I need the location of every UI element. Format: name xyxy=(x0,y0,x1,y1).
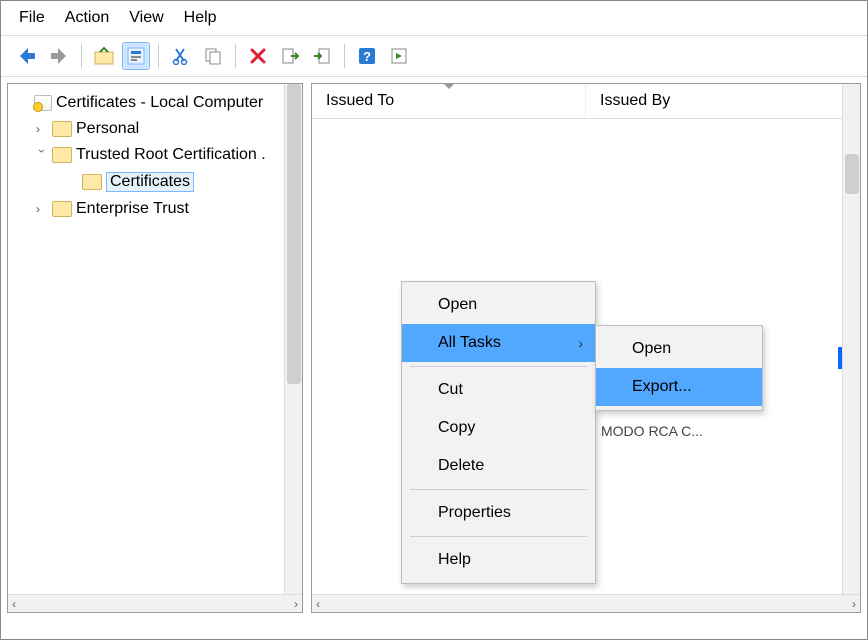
ctx-open[interactable]: Open xyxy=(402,286,595,324)
list-horizontal-scrollbar[interactable]: ‹ › xyxy=(312,594,860,612)
tree-root[interactable]: Certificates - Local Computer xyxy=(12,90,298,116)
properties-icon[interactable] xyxy=(122,42,150,70)
obscured-row-text: MODO RCA C... xyxy=(601,423,703,439)
tree-item-personal[interactable]: › Personal xyxy=(12,116,298,142)
menubar: File Action View Help xyxy=(1,1,867,36)
tree-item-trusted-root[interactable]: › Trusted Root Certification . xyxy=(12,142,298,168)
ctx-delete[interactable]: Delete xyxy=(402,447,595,485)
tree-label: Certificates xyxy=(106,172,194,192)
copy-icon[interactable] xyxy=(199,42,227,70)
back-icon[interactable] xyxy=(13,42,41,70)
collapse-icon[interactable]: › xyxy=(35,149,49,161)
tree-item-certificates[interactable]: Certificates xyxy=(12,168,298,196)
tree-label: Trusted Root Certification . xyxy=(76,146,266,164)
certificate-icon xyxy=(34,95,52,111)
tree-label: Personal xyxy=(76,120,139,138)
all-tasks-submenu: Open Export... xyxy=(595,325,763,411)
ctx-all-tasks[interactable]: All Tasks xyxy=(402,324,595,362)
toolbar: ? xyxy=(1,36,867,77)
refresh-icon[interactable] xyxy=(385,42,413,70)
scroll-left-icon[interactable]: ‹ xyxy=(12,597,16,611)
folder-icon xyxy=(82,174,102,190)
menu-file[interactable]: File xyxy=(19,9,45,27)
scroll-left-icon[interactable]: ‹ xyxy=(316,597,320,611)
toolbar-separator xyxy=(344,44,345,68)
tree-label: Certificates - Local Computer xyxy=(56,94,263,112)
list-header: Issued To Issued By xyxy=(312,84,860,119)
folder-icon xyxy=(52,201,72,217)
folder-icon xyxy=(52,121,72,137)
ctx-help[interactable]: Help xyxy=(402,541,595,579)
tree-horizontal-scrollbar[interactable]: ‹ › xyxy=(8,594,302,612)
toolbar-separator xyxy=(158,44,159,68)
ctx-separator xyxy=(410,536,587,537)
column-issued-by[interactable]: Issued By xyxy=(586,84,860,118)
forward-icon[interactable] xyxy=(45,42,73,70)
context-menu: Open All Tasks Cut Copy Delete Propertie… xyxy=(401,281,596,584)
scroll-right-icon[interactable]: › xyxy=(294,597,298,611)
help-icon[interactable]: ? xyxy=(353,42,381,70)
tree-vertical-scrollbar[interactable] xyxy=(284,84,302,594)
sub-export[interactable]: Export... xyxy=(596,368,762,406)
folder-icon xyxy=(52,147,72,163)
ctx-copy[interactable]: Copy xyxy=(402,409,595,447)
toolbar-separator xyxy=(81,44,82,68)
import-icon[interactable] xyxy=(308,42,336,70)
tree-pane: Certificates - Local Computer › Personal… xyxy=(7,83,303,613)
ctx-properties[interactable]: Properties xyxy=(402,494,595,532)
sub-open[interactable]: Open xyxy=(596,330,762,368)
tree-label: Enterprise Trust xyxy=(76,200,189,218)
ctx-separator xyxy=(410,489,587,490)
export-icon[interactable] xyxy=(276,42,304,70)
scroll-thumb[interactable] xyxy=(845,154,859,194)
folder-up-icon[interactable] xyxy=(90,42,118,70)
svg-text:?: ? xyxy=(363,49,371,64)
delete-icon[interactable] xyxy=(244,42,272,70)
ctx-cut[interactable]: Cut xyxy=(402,371,595,409)
menu-view[interactable]: View xyxy=(129,9,163,27)
scroll-right-icon[interactable]: › xyxy=(852,597,856,611)
expand-icon[interactable]: › xyxy=(36,202,48,216)
certificate-tree: Certificates - Local Computer › Personal… xyxy=(8,84,302,228)
menu-action[interactable]: Action xyxy=(65,9,109,27)
ctx-separator xyxy=(410,366,587,367)
list-vertical-scrollbar[interactable] xyxy=(842,84,860,594)
expand-icon[interactable]: › xyxy=(36,122,48,136)
cut-icon[interactable] xyxy=(167,42,195,70)
scroll-thumb[interactable] xyxy=(287,84,301,384)
column-issued-to[interactable]: Issued To xyxy=(312,84,586,118)
menu-help[interactable]: Help xyxy=(184,9,217,27)
toolbar-separator xyxy=(235,44,236,68)
tree-item-enterprise-trust[interactable]: › Enterprise Trust xyxy=(12,196,298,222)
